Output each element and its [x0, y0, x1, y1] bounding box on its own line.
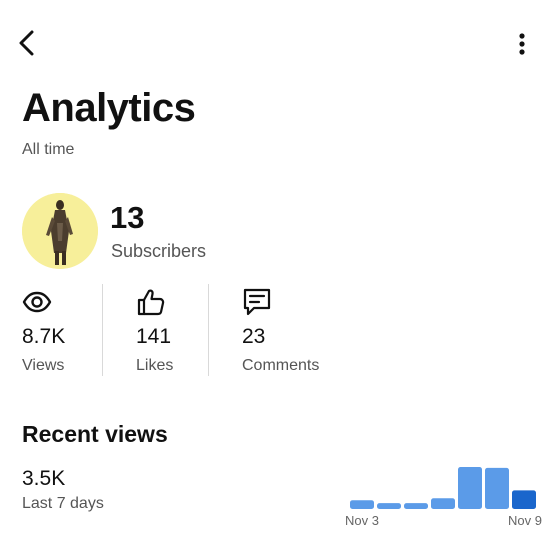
recent-views-title: Recent views	[22, 421, 168, 447]
page-title: Analytics	[22, 86, 196, 130]
subscriber-count: 13	[110, 200, 145, 235]
comment-icon	[242, 286, 274, 318]
recent-views-value: 3.5K	[22, 467, 66, 490]
chart-x-tick-label: Nov 3	[345, 513, 379, 528]
avatar-image	[22, 193, 98, 269]
chart-bar-nov-7[interactable]	[458, 466, 482, 509]
stat-label: Views	[22, 357, 65, 374]
recent-views-chart[interactable]: Nov 3 Nov 9	[340, 440, 546, 536]
chart-bar-nov-8[interactable]	[485, 467, 509, 509]
chart-bar-nov-5[interactable]	[404, 503, 428, 509]
thumbs-up-icon	[136, 286, 168, 318]
chevron-left-icon	[19, 30, 34, 56]
stat-value: 141	[136, 325, 172, 348]
avatar[interactable]	[22, 193, 98, 269]
more-options-button[interactable]	[508, 30, 536, 58]
chart-x-tick-label: Nov 9	[508, 513, 542, 528]
time-range-selector[interactable]: All time	[22, 140, 74, 160]
stat-likes[interactable]: 141 Likes	[136, 286, 200, 378]
subscriber-label: Subscribers	[111, 241, 207, 261]
stat-comments[interactable]: 23 Comments	[242, 286, 342, 378]
vertical-dots-icon	[519, 33, 525, 55]
chart-bar-nov-4[interactable]	[377, 503, 401, 509]
chart-bar-nov-3[interactable]	[350, 500, 374, 509]
stat-value: 8.7K	[22, 325, 66, 348]
stat-label: Comments	[242, 357, 320, 374]
stat-label: Likes	[136, 357, 174, 374]
eye-icon	[22, 286, 54, 318]
recent-views-period: Last 7 days	[22, 495, 104, 512]
chart-bar-nov-6[interactable]	[431, 498, 455, 509]
back-button[interactable]	[12, 28, 42, 58]
stat-views[interactable]: 8.7K Views	[22, 286, 96, 378]
stat-divider	[102, 284, 103, 376]
chart-bar-nov-9[interactable]	[512, 490, 536, 509]
stat-divider	[208, 284, 209, 376]
stat-value: 23	[242, 325, 266, 348]
